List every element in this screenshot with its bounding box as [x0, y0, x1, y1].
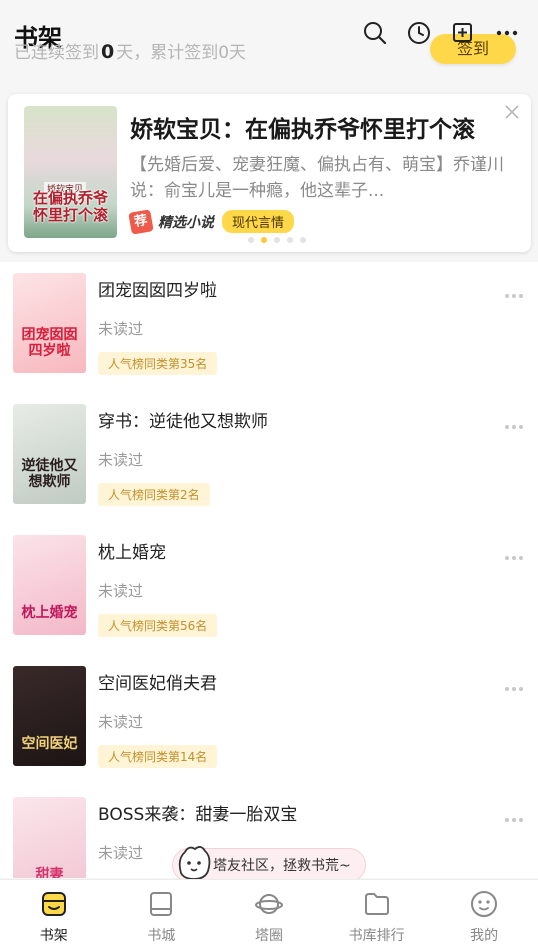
list-item[interactable]: 团宠囡囡四岁啦 团宠囡囡四岁啦 未读过 人气榜同类第35名	[0, 262, 538, 393]
book-cover-title: 枕上婚宠	[21, 605, 78, 621]
planet-icon	[254, 894, 283, 914]
header-actions	[362, 20, 520, 46]
pagination-dot	[248, 237, 254, 243]
more-icon[interactable]	[504, 284, 524, 298]
community-bubble-text: 塔友社区，拯救书荒~	[213, 858, 351, 874]
more-icon[interactable]	[504, 677, 524, 691]
nav-item-profile[interactable]: 我的	[430, 880, 538, 950]
rank-badge: 人气榜同类第35名	[98, 352, 218, 375]
rank-badge: 人气榜同类第14名	[98, 745, 218, 768]
pagination-dot	[287, 237, 293, 243]
nav-label-bookstore: 书城	[147, 928, 176, 944]
book-cover-title: 逆徒他又想欺师	[21, 458, 78, 490]
folder-icon	[364, 893, 389, 915]
pagination-dot	[261, 237, 267, 243]
book-cover-title: 甜妻	[35, 867, 64, 878]
recommend-banner[interactable]: 娇软宝贝 在偏执乔爷怀里打个滚 娇软宝贝：在偏执乔爷怀里打个滚 【先婚后爱、宠妻…	[8, 94, 531, 252]
book-status: 未读过	[98, 713, 144, 731]
profile-icon	[471, 891, 498, 917]
more-icon[interactable]	[504, 808, 524, 822]
add-icon[interactable]	[450, 20, 476, 46]
banner-brand: 荐 精选小说 现代言情	[128, 208, 295, 235]
genre-tag: 现代言情	[222, 210, 295, 233]
nav-item-bookshelf[interactable]: 书架	[0, 880, 108, 950]
banner-cover-title: 在偏执乔爷怀里打个滚	[32, 189, 108, 224]
more-icon[interactable]	[504, 415, 524, 429]
history-icon[interactable]	[406, 20, 432, 46]
pagination-dot	[274, 237, 280, 243]
pagination-dot	[300, 237, 306, 243]
list-item[interactable]: 枕上婚宠 枕上婚宠 未读过 人气榜同类第56名	[0, 524, 538, 655]
book-title: 枕上婚宠	[98, 543, 166, 563]
book-status: 未读过	[98, 320, 144, 338]
nav-label-bookshelf: 书架	[39, 928, 68, 944]
nav-item-ranking[interactable]: 书库排行	[323, 880, 431, 950]
header: 书架 已连续签到 0 天，累计签到0天 签到	[0, 0, 538, 88]
book-cover-title: 空间医妃	[21, 736, 78, 752]
nav-item-community[interactable]: 塔圈	[215, 880, 323, 950]
signin-prefix: 已连续签到	[14, 43, 99, 63]
close-icon[interactable]	[505, 104, 519, 119]
brand-logo-icon: 荐	[128, 208, 154, 235]
book-cover: 逆徒他又想欺师	[13, 404, 86, 504]
signin-status: 已连续签到 0 天，累计签到0天	[14, 38, 246, 63]
search-icon[interactable]	[362, 20, 388, 46]
nav-label-community: 塔圈	[254, 928, 283, 944]
list-item[interactable]: 逆徒他又想欺师 穿书：逆徒他又想欺师 未读过 人气榜同类第2名	[0, 393, 538, 524]
book-status: 未读过	[98, 451, 144, 469]
nav-label-profile: 我的	[470, 928, 499, 944]
nav-label-ranking: 书库排行	[348, 928, 405, 944]
bottom-nav: 书架 书城 塔圈 书库排行 我的	[0, 879, 538, 950]
bookshelf-icon	[41, 892, 66, 916]
more-icon[interactable]	[494, 20, 520, 46]
book-title: 团宠囡囡四岁啦	[98, 281, 217, 301]
book-icon	[150, 892, 173, 916]
nav-item-bookstore[interactable]: 书城	[108, 880, 216, 950]
book-status: 未读过	[98, 582, 144, 600]
book-cover: 甜妻	[13, 797, 86, 878]
banner-description: 【先婚后爱、宠妻狂魔、偏执占有、萌宝】乔谨川说：俞宝儿是一种瘾，他这辈子...	[130, 155, 504, 201]
book-cover: 空间医妃	[13, 666, 86, 766]
list-item[interactable]: 空间医妃 空间医妃俏夫君 未读过 人气榜同类第14名	[0, 655, 538, 786]
book-cover: 团宠囡囡四岁啦	[13, 273, 86, 373]
signin-suffix: 天，累计签到0天	[116, 43, 247, 63]
book-status: 未读过	[98, 844, 144, 862]
book-title: 空间医妃俏夫君	[98, 674, 217, 694]
banner-title: 娇软宝贝：在偏执乔爷怀里打个滚	[130, 117, 475, 143]
more-icon[interactable]	[504, 546, 524, 560]
book-title: 穿书：逆徒他又想欺师	[98, 412, 268, 432]
book-cover-title: 团宠囡囡四岁啦	[21, 327, 78, 359]
brand-name: 精选小说	[158, 214, 214, 231]
banner-cover: 娇软宝贝 在偏执乔爷怀里打个滚	[24, 106, 117, 238]
signin-days: 0	[101, 41, 115, 63]
book-title: BOSS来袭：甜妻一胎双宝	[98, 805, 298, 825]
rank-badge: 人气榜同类第2名	[98, 483, 210, 506]
mascot-icon	[175, 843, 213, 883]
banner-pagination	[248, 237, 306, 243]
book-cover: 枕上婚宠	[13, 535, 86, 635]
rank-badge: 人气榜同类第56名	[98, 614, 218, 637]
bookshelf-list: 团宠囡囡四岁啦 团宠囡囡四岁啦 未读过 人气榜同类第35名 逆徒他又想欺师 穿书…	[0, 262, 538, 878]
community-bubble[interactable]: 塔友社区，拯救书荒~	[172, 846, 366, 882]
